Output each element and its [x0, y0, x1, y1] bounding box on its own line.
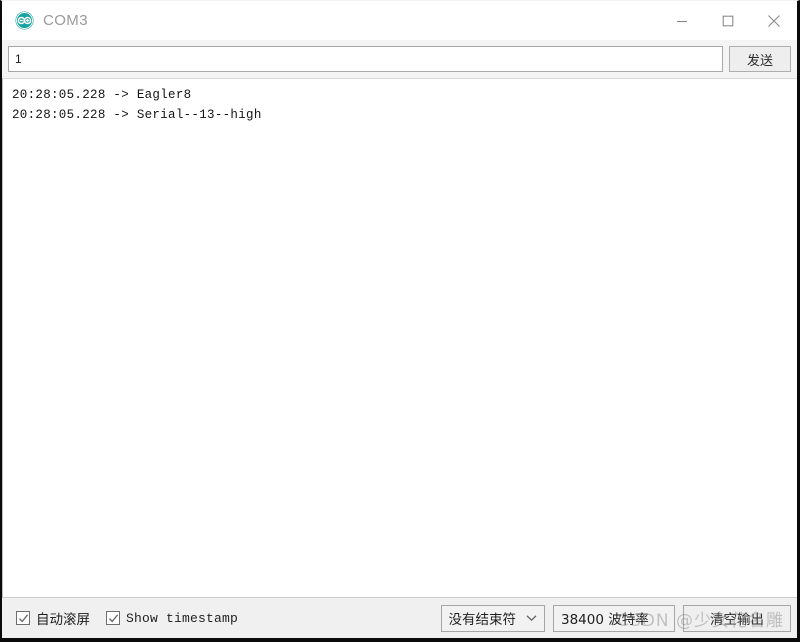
baud-rate-select[interactable]: 38400 波特率 [553, 604, 675, 632]
autoscroll-checkbox[interactable]: 自动滚屏 [16, 608, 90, 628]
send-input[interactable]: 1 [8, 46, 723, 72]
output-line: 20:28:05.228 -> Eagler8 [12, 88, 192, 102]
maximize-icon [722, 15, 734, 27]
checkbox-checked-icon [16, 611, 30, 625]
minimize-button[interactable] [659, 1, 705, 40]
serial-monitor-window: COM3 1 发送 20:28:05.228 -> Eagler8 20:28:… [0, 0, 800, 642]
status-bar: 自动滚屏 Show timestamp 没有结束符 38400 波特率 清空输出… [2, 597, 797, 638]
show-timestamp-checkbox[interactable]: Show timestamp [106, 611, 238, 626]
title-bar-left: COM3 [2, 11, 88, 30]
serial-output-area[interactable]: 20:28:05.228 -> Eagler8 20:28:05.228 -> … [2, 78, 797, 597]
line-ending-select[interactable]: 没有结束符 [440, 604, 545, 632]
line-ending-value: 没有结束符 [448, 612, 517, 628]
show-timestamp-label: Show timestamp [126, 610, 239, 626]
window-controls [659, 1, 797, 40]
checkbox-checked-icon [106, 611, 120, 625]
send-button[interactable]: 发送 [729, 46, 791, 72]
title-bar: COM3 [2, 1, 797, 40]
clear-output-button[interactable]: 清空输出 [683, 604, 791, 632]
window-title: COM3 [43, 12, 88, 29]
arduino-logo-icon [15, 11, 34, 30]
status-bar-right: 没有结束符 38400 波特率 清空输出 [440, 604, 791, 632]
minimize-icon [676, 15, 688, 27]
autoscroll-label: 自动滚屏 [36, 612, 90, 628]
chevron-down-icon [526, 610, 537, 626]
close-button[interactable] [751, 1, 797, 40]
close-icon [767, 14, 781, 28]
maximize-button[interactable] [705, 1, 751, 40]
send-toolbar: 1 发送 [2, 40, 797, 78]
baud-rate-value: 38400 波特率 [561, 612, 649, 628]
output-line: 20:28:05.228 -> Serial--13--high [12, 108, 262, 122]
